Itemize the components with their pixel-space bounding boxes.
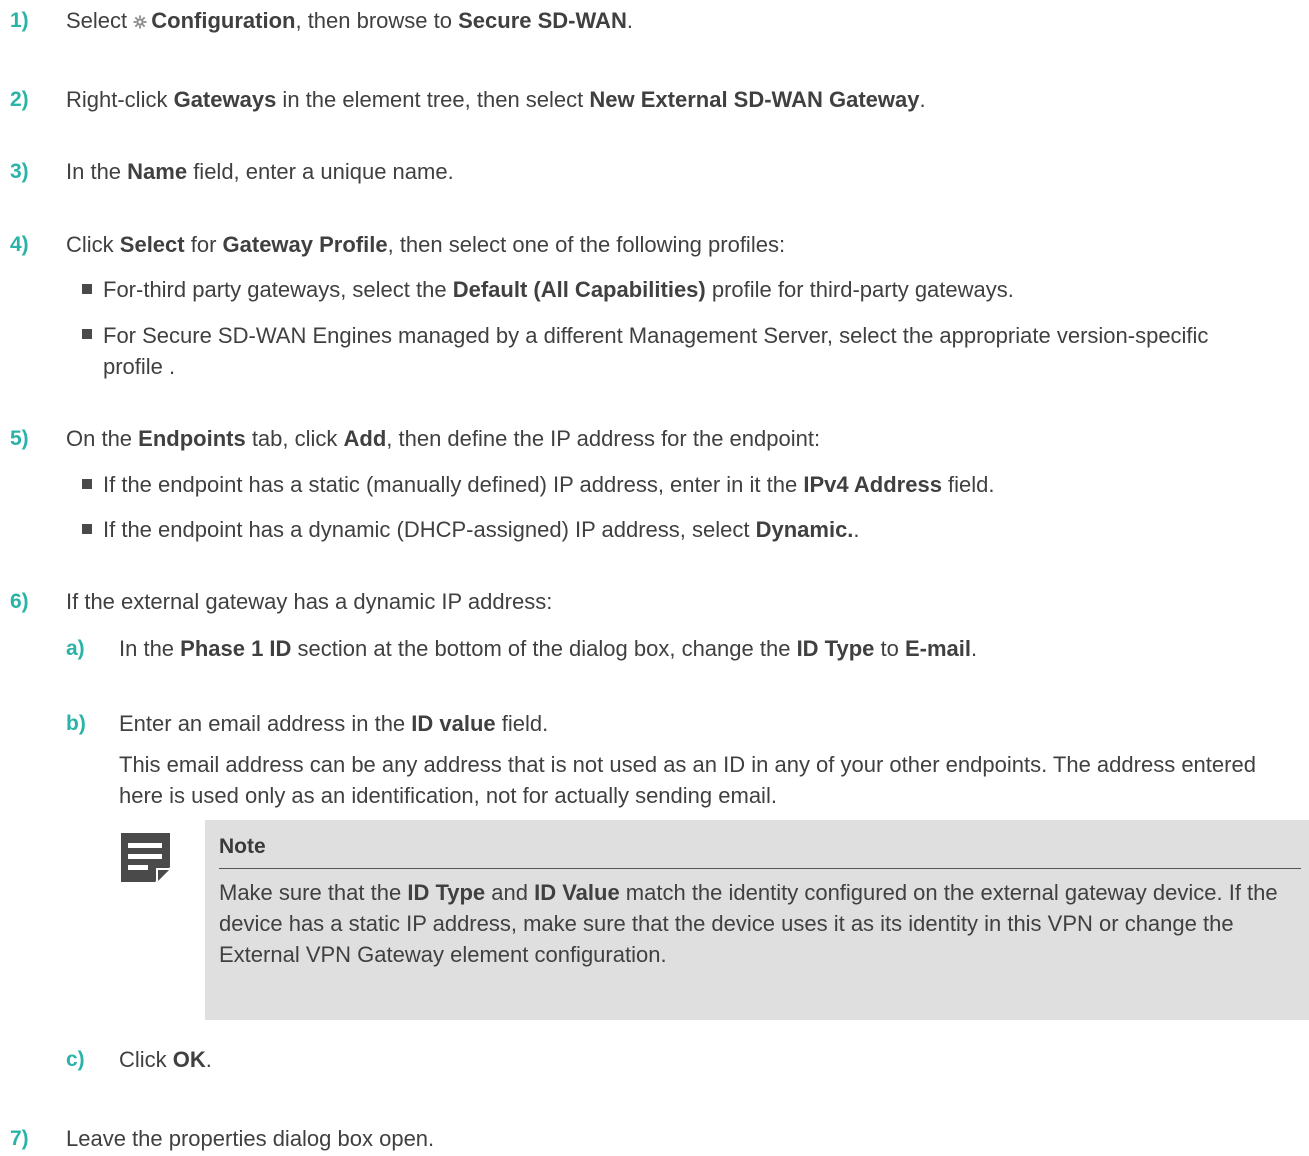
- step-text: Click Select for Gateway Profile, then s…: [66, 232, 786, 257]
- substep-text: Enter an email address in the ID value f…: [119, 711, 549, 736]
- substep-letter: b): [66, 712, 86, 735]
- bullet-square-icon: [82, 329, 92, 339]
- step-number: 2): [10, 88, 29, 111]
- step-number: 5): [10, 427, 29, 450]
- step-text: On the Endpoints tab, click Add, then de…: [66, 426, 821, 451]
- substep-text: Click OK.: [119, 1047, 212, 1072]
- bullet-text: If the endpoint has a static (manually d…: [103, 472, 995, 497]
- step-text: Right-click Gateways in the element tree…: [66, 87, 926, 112]
- note-body: Make sure that the ID Type and ID Value …: [219, 880, 1278, 967]
- step-number: 4): [10, 233, 29, 256]
- step-text: Select Configuration, then browse to Sec…: [66, 8, 633, 33]
- note-icon: [121, 833, 171, 883]
- note-divider: [219, 868, 1301, 869]
- step-number: 7): [10, 1127, 29, 1150]
- step-number: 1): [10, 9, 29, 32]
- bullet-square-icon: [82, 524, 92, 534]
- step-number: 6): [10, 590, 29, 613]
- substep-letter: a): [66, 637, 85, 660]
- step-number: 3): [10, 160, 29, 183]
- substep-text: In the Phase 1 ID section at the bottom …: [119, 636, 978, 661]
- step-text: Leave the properties dialog box open.: [66, 1126, 435, 1151]
- bullet-square-icon: [82, 284, 92, 294]
- bullet-text: If the endpoint has a dynamic (DHCP-assi…: [103, 517, 860, 542]
- bullet-square-icon: [82, 479, 92, 489]
- step-text: If the external gateway has a dynamic IP…: [66, 589, 553, 614]
- substep-letter: c): [66, 1048, 85, 1071]
- bullet-text: For Secure SD-WAN Engines managed by a d…: [103, 323, 1209, 379]
- step-text: In the Name field, enter a unique name.: [66, 159, 454, 184]
- bullet-text: For-third party gateways, select the Def…: [103, 277, 1014, 302]
- note-title: Note: [219, 835, 266, 858]
- note-box: Note Make sure that the ID Type and ID V…: [205, 820, 1309, 1020]
- gear-icon: [133, 15, 147, 29]
